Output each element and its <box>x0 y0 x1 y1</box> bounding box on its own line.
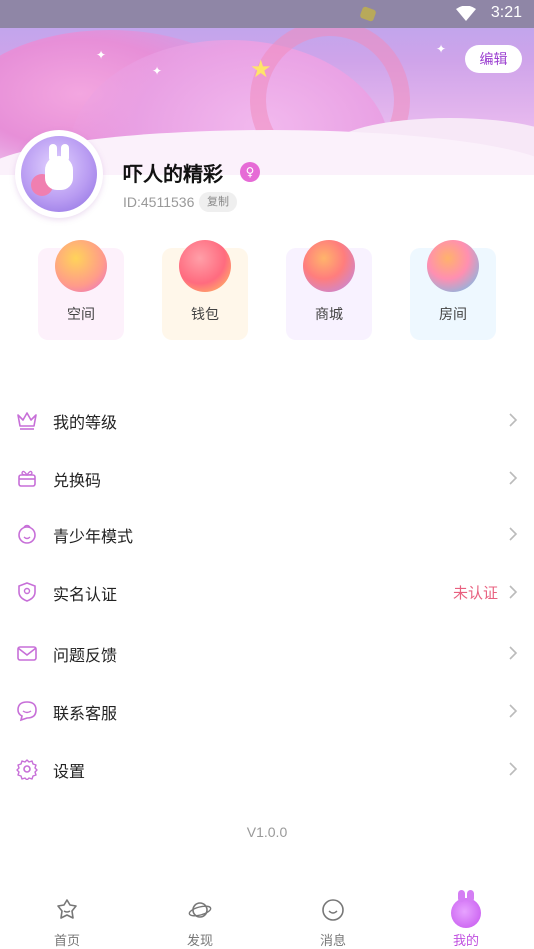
tab-label: 首页 <box>53 934 80 949</box>
gift-icon <box>18 470 36 487</box>
avatar[interactable] <box>15 130 103 218</box>
female-gender-icon: ♀ <box>240 162 260 182</box>
menu-item-level[interactable]: 我的等级 <box>0 395 534 447</box>
avatar-image <box>21 136 97 212</box>
menu-item-label: 问题反馈 <box>53 646 118 665</box>
quick-entry-label: 商城 <box>315 307 343 323</box>
sparkle-icon: ✦ <box>96 48 107 62</box>
menu-item-settings[interactable]: 设置 <box>0 744 534 796</box>
menu-item-label: 设置 <box>53 762 86 781</box>
shield-icon <box>18 582 36 602</box>
crown-icon <box>17 412 37 430</box>
home-icon <box>57 899 77 919</box>
chat-icon <box>17 701 37 722</box>
menu-item-real-name-verify[interactable]: 实名认证 未认证 <box>0 567 534 619</box>
menu-item-teen-mode[interactable]: 青少年模式 <box>0 509 534 561</box>
quick-entry-space[interactable]: 空间 <box>38 240 124 340</box>
tab-label: 发现 <box>186 934 213 949</box>
app-version: V1.0.0 <box>246 824 288 840</box>
menu-item-feedback[interactable]: 问题反馈 <box>0 628 534 680</box>
clock: 3:21 <box>490 4 522 21</box>
store-icon <box>303 240 355 292</box>
quick-entry-store[interactable]: 商城 <box>286 240 372 340</box>
menu-item-label: 兑换码 <box>53 471 102 490</box>
microphone-icon <box>427 240 479 292</box>
tab-discover[interactable]: 发现 <box>170 896 230 949</box>
message-icon <box>322 899 344 921</box>
tab-label: 我的 <box>452 934 479 949</box>
child-face-icon <box>18 524 36 544</box>
verify-status: 未认证 <box>452 584 498 602</box>
planet-icon <box>188 902 212 918</box>
wifi-icon <box>456 6 476 21</box>
edit-profile-button[interactable]: 编辑 <box>465 45 522 73</box>
quick-entry-label: 钱包 <box>191 307 219 323</box>
chevron-right-icon <box>509 646 518 660</box>
quick-entry-room[interactable]: 房间 <box>410 240 496 340</box>
chevron-right-icon <box>509 585 518 599</box>
tab-home[interactable]: 首页 <box>37 896 97 949</box>
quick-entry-label: 房间 <box>439 307 467 323</box>
bottom-tab-bar: 首页 发现 消息 我的 <box>0 890 534 949</box>
mail-icon <box>17 646 37 661</box>
chevron-right-icon <box>509 471 518 485</box>
menu-item-label: 联系客服 <box>53 704 118 723</box>
tab-messages[interactable]: 消息 <box>303 896 363 949</box>
notification-icon <box>359 5 377 23</box>
tab-label: 消息 <box>319 934 346 949</box>
chevron-right-icon <box>509 413 518 427</box>
chevron-right-icon <box>509 762 518 776</box>
chevron-right-icon <box>509 527 518 541</box>
menu-item-customer-service[interactable]: 联系客服 <box>0 686 534 738</box>
username: 吓人的精彩 <box>123 162 223 186</box>
menu-item-label: 我的等级 <box>53 413 118 432</box>
tab-mine[interactable]: 我的 <box>436 890 496 949</box>
quick-entry-label: 空间 <box>67 307 95 323</box>
star-icon: ★ <box>250 55 272 83</box>
sparkle-icon: ✦ <box>436 42 447 56</box>
gear-icon <box>16 759 38 780</box>
quick-entry-wallet[interactable]: 钱包 <box>162 240 248 340</box>
sparkle-icon: ✦ <box>152 64 163 78</box>
menu-item-label: 青少年模式 <box>53 527 134 546</box>
bunny-icon <box>451 890 481 928</box>
copy-id-button[interactable]: 复制 <box>199 192 237 212</box>
chevron-right-icon <box>509 704 518 718</box>
menu-item-label: 实名认证 <box>53 585 118 604</box>
emoji-face-icon <box>55 240 107 292</box>
user-id: ID:4511536 <box>123 194 195 210</box>
status-bar: 3:21 <box>0 0 534 28</box>
wallet-icon <box>179 240 231 292</box>
menu-item-redeem-code[interactable]: 兑换码 <box>0 453 534 505</box>
